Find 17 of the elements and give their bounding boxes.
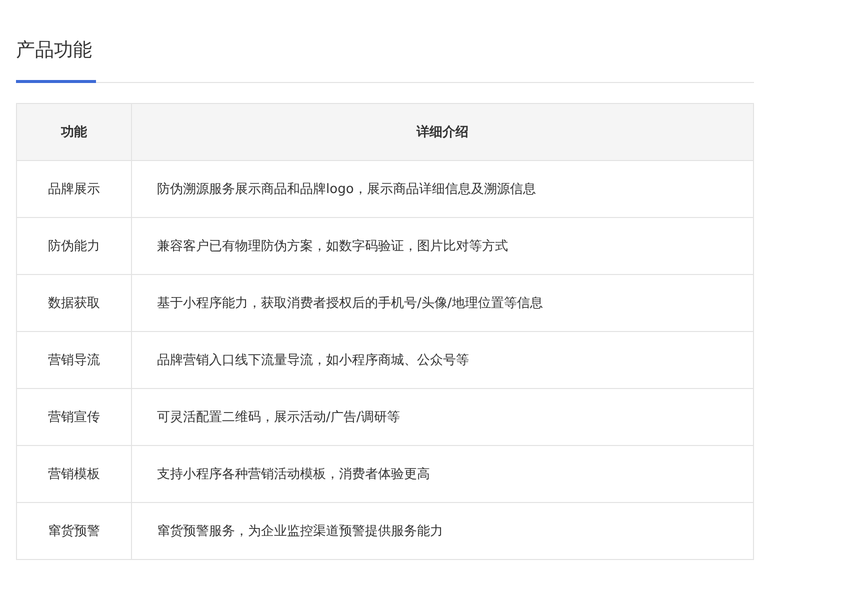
table-cell: 可灵活配置二维码，展示活动/广告/调研等 bbox=[132, 388, 754, 446]
table-cell: 兼容客户已有物理防伪方案，如数字码验证，图片比对等方式 bbox=[132, 218, 754, 274]
column-header: 详细介绍 bbox=[132, 104, 754, 160]
table-cell: 品牌营销入口线下流量导流，如小程序商城、公众号等 bbox=[132, 332, 754, 388]
table-cell: 营销宣传 bbox=[16, 388, 132, 446]
column-header: 功能 bbox=[16, 104, 132, 160]
table-cell: 基于小程序能力，获取消费者授权后的手机号/头像/地理位置等信息 bbox=[132, 274, 754, 332]
table-cell: 窜货预警服务，为企业监控渠道预警提供服务能力 bbox=[132, 502, 754, 560]
table-cell: 营销模板 bbox=[16, 446, 132, 502]
table-cell: 防伪能力 bbox=[16, 218, 132, 274]
section-title: 产品功能 bbox=[16, 38, 93, 63]
table-cell: 数据获取 bbox=[16, 274, 132, 332]
table-cell: 支持小程序各种营销活动模板，消费者体验更高 bbox=[132, 446, 754, 502]
table-cell: 防伪溯源服务展示商品和品牌logo，展示商品详细信息及溯源信息 bbox=[132, 160, 754, 218]
table-cell: 品牌展示 bbox=[16, 160, 132, 218]
table-cell: 营销导流 bbox=[16, 332, 132, 388]
table-cell: 窜货预警 bbox=[16, 502, 132, 560]
